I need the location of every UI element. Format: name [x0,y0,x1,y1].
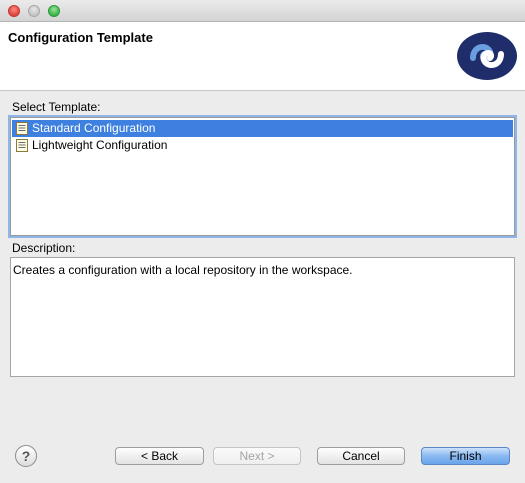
minimize-icon[interactable] [28,5,40,17]
window-titlebar [0,0,525,22]
document-icon [16,139,28,152]
template-list[interactable]: Standard Configuration Lightweight Confi… [10,117,515,236]
page-title: Configuration Template [8,30,153,45]
description-box: Creates a configuration with a local rep… [10,257,515,377]
help-glyph: ? [21,448,31,464]
description-text: Creates a configuration with a local rep… [13,263,353,277]
back-button[interactable]: < Back [115,447,204,465]
zoom-icon[interactable] [48,5,60,17]
wizard-header: Configuration Template [0,22,525,91]
list-item-label: Lightweight Configuration [32,138,168,152]
list-item-label: Standard Configuration [32,121,156,135]
list-item-standard-configuration[interactable]: Standard Configuration [12,120,513,137]
finish-button[interactable]: Finish [421,447,510,465]
list-item-lightweight-configuration[interactable]: Lightweight Configuration [12,137,513,154]
next-button[interactable]: Next > [213,447,301,465]
select-template-label: Select Template: [12,100,101,114]
document-icon [16,122,28,135]
cancel-button[interactable]: Cancel [317,447,405,465]
help-icon[interactable]: ? [15,445,37,467]
description-label: Description: [12,241,76,255]
close-icon[interactable] [8,5,20,17]
product-logo-icon [457,32,517,80]
